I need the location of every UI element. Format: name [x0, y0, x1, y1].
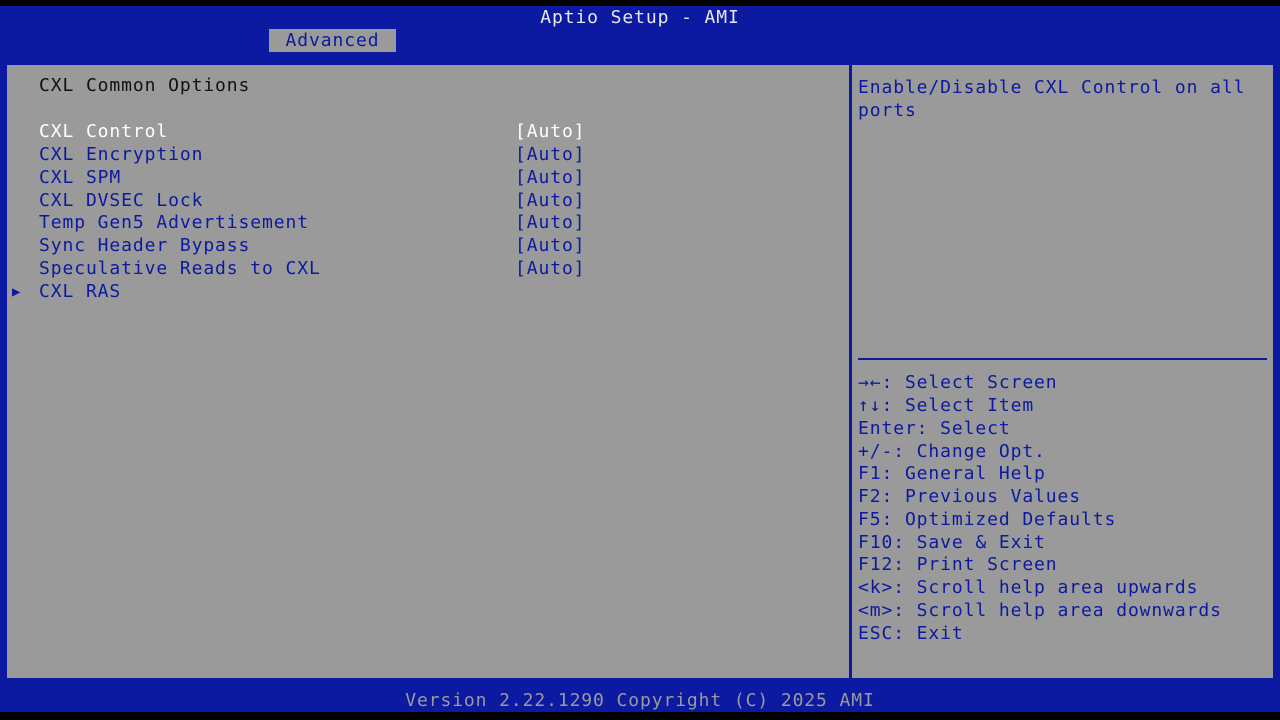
setting-sync-header-bypass-value[interactable]: [Auto] — [515, 235, 585, 257]
version-footer: Version 2.22.1290 Copyright (C) 2025 AMI — [0, 690, 1280, 712]
key-hint: Enter: Select — [858, 418, 1011, 439]
setting-cxl-encryption[interactable]: CXL Encryption — [39, 144, 203, 166]
setting-cxl-encryption-value[interactable]: [Auto] — [515, 144, 585, 166]
setting-cxl-spm-value[interactable]: [Auto] — [515, 167, 585, 189]
tab-advanced[interactable]: Advanced — [269, 29, 396, 52]
key-hint: <m>: Scroll help area downwards — [858, 600, 1222, 621]
key-hint: F5: Optimized Defaults — [858, 509, 1117, 530]
key-hint: ESC: Exit — [858, 623, 964, 644]
setting-cxl-control[interactable]: CXL Control — [39, 121, 168, 143]
key-hint: F2: Previous Values — [858, 486, 1082, 507]
help-separator — [858, 358, 1267, 360]
app-title: Aptio Setup - AMI — [540, 7, 740, 28]
setting-temp-gen5-advertisement-value[interactable]: [Auto] — [515, 212, 585, 234]
setting-speculative-reads-value[interactable]: [Auto] — [515, 258, 585, 280]
panel-divider — [849, 63, 852, 680]
key-hint: ↑↓: Select Item — [858, 395, 1035, 416]
key-hint: +/-: Change Opt. — [858, 441, 1046, 462]
setting-cxl-dvsec-lock[interactable]: CXL DVSEC Lock — [39, 190, 203, 212]
header-bar: Aptio Setup - AMI Advanced — [0, 6, 1280, 52]
key-hint: F10: Save & Exit — [858, 532, 1046, 553]
key-hint: <k>: Scroll help area upwards — [858, 577, 1199, 598]
key-hint: →←: Select Screen — [858, 372, 1058, 393]
key-hint: F12: Print Screen — [858, 554, 1058, 575]
setting-sync-header-bypass[interactable]: Sync Header Bypass — [39, 235, 250, 257]
setting-cxl-spm[interactable]: CXL SPM — [39, 167, 121, 189]
help-text: Enable/Disable CXL Control on all ports — [858, 77, 1258, 121]
setting-cxl-control-value[interactable]: [Auto] — [515, 121, 585, 143]
setting-cxl-dvsec-lock-value[interactable]: [Auto] — [515, 190, 585, 212]
key-hint: F1: General Help — [858, 463, 1046, 484]
bottom-border — [0, 712, 1280, 720]
setting-temp-gen5-advertisement[interactable]: Temp Gen5 Advertisement — [39, 212, 309, 234]
triangle-right-icon: ▶ — [12, 284, 22, 300]
section-title: CXL Common Options — [39, 75, 251, 96]
submenu-cxl-ras[interactable]: CXL RAS — [39, 281, 121, 303]
setting-speculative-reads[interactable]: Speculative Reads to CXL — [39, 258, 321, 280]
